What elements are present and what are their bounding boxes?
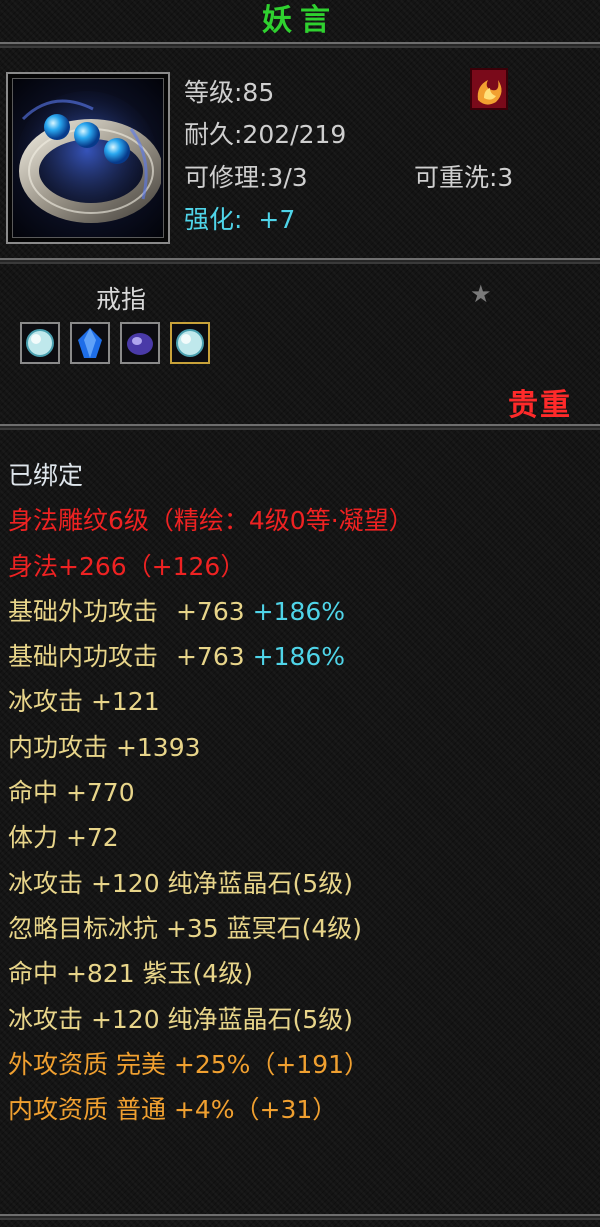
purple-jade-gem-icon[interactable] [120,322,160,364]
white-jade-gem-icon[interactable] [20,322,60,364]
star-icon[interactable]: ★ [470,280,492,308]
item-icon-frame[interactable] [6,72,170,244]
attribute-label: 基础内功攻击 [8,642,159,672]
item-durability: 耐久:202/219 [184,120,347,149]
bound-status: 已绑定 [8,461,84,490]
divider [0,1214,600,1220]
item-repairable: 可修理:3/3 [184,163,308,192]
attribute-line: 体力 +72 [8,823,119,853]
attribute-line: 内功攻击 +1393 [8,732,201,762]
item-level: 等级:85 [184,78,275,107]
ring-icon [12,78,164,238]
flame-swirl-icon [470,68,508,110]
attribute-line: 冰攻击 +120 纯净蓝晶石(5级) [8,1004,353,1034]
enhance-value: +7 [258,205,296,234]
divider [0,258,600,264]
attribute-value: +763 [175,642,245,672]
quality-line: 外攻资质 完美 +25%（+191） [8,1049,370,1079]
divider [0,42,600,48]
engraving-line: 身法雕纹6级（精绘：4级0等·凝望） [8,506,414,536]
attribute-line: 冰攻击 +120 纯净蓝晶石(5级) [8,868,353,898]
item-title: 妖言 [262,3,338,38]
quality-line: 内攻资质 普通 +4%（+31） [8,1095,338,1125]
attribute-line: 基础内功攻击 +763 +186% [8,634,593,679]
enhance-label: 强化: [184,205,243,234]
item-type: 戒指 [96,285,147,314]
attribute-bonus: +186% [252,642,346,672]
rarity-label: 贵重 [508,388,572,423]
item-rewash: 可重洗:3 [414,163,514,192]
attribute-line: 基础外功攻击 +763 +186% [8,589,593,634]
item-enhance: 强化: +7 [184,205,295,235]
attribute-value: +763 [175,596,245,626]
attribute-bonus: +186% [252,596,346,626]
attribute-label: 基础外功攻击 [8,596,159,626]
agility-line: 身法+266（+126） [8,551,246,581]
divider [0,424,600,430]
attribute-line: 冰攻击 +121 [8,687,160,717]
gem-slots [20,322,220,364]
blue-crystal-gem-icon[interactable] [70,322,110,364]
attribute-line: 忽略目标冰抗 +35 蓝冥石(4级) [8,913,363,943]
attribute-line: 命中 +821 紫玉(4级) [8,959,253,989]
attribute-list: 已绑定 身法雕纹6级（精绘：4级0等·凝望） 身法+266（+126） 基础外功… [8,453,593,1132]
white-jade-gem-icon[interactable] [170,322,210,364]
attribute-line: 命中 +770 [8,778,135,808]
